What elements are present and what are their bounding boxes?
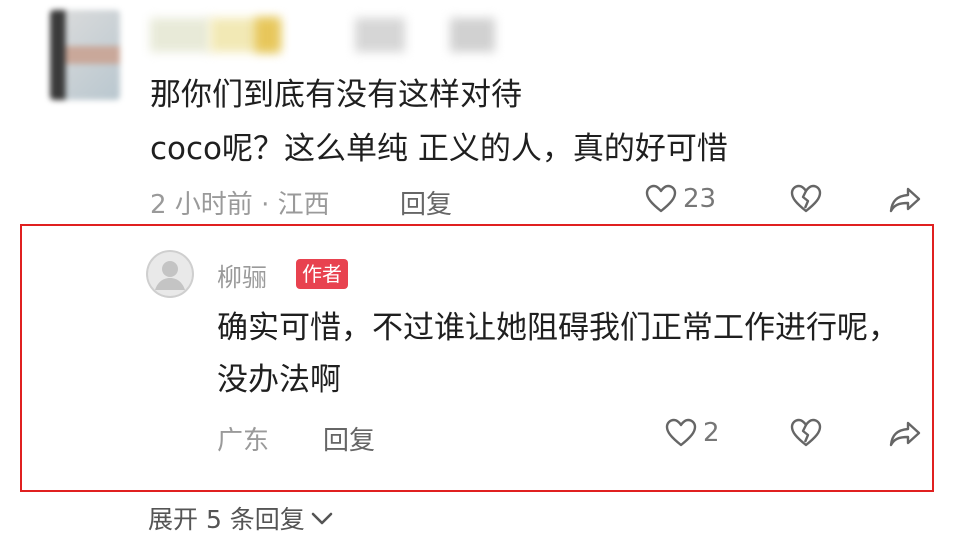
- reply-share-button[interactable]: [888, 420, 922, 448]
- comment-thread: 那你们到底有没有这样对待 coco呢？这么单纯 正义的人，真的好可惜 2 小时前…: [0, 0, 960, 540]
- share-arrow-icon: [889, 421, 921, 447]
- reply-like-count: 2: [703, 418, 720, 448]
- heart-icon: [645, 184, 677, 213]
- comment-meta-row: 2 小时前 · 江西 回复 23: [150, 180, 940, 220]
- comment-line-2: coco呢？这么单纯 正义的人，真的好可惜: [150, 131, 728, 167]
- heart-icon: [665, 418, 697, 447]
- reply-body: 确实可惜，不过谁让她阻碍我们正常工作进行呢，没办法啊: [217, 310, 899, 398]
- commenter-avatar[interactable]: [50, 10, 120, 100]
- broken-heart-icon: [790, 418, 822, 447]
- comment-like-count: 23: [683, 184, 717, 214]
- expand-replies-button[interactable]: 展开 5 条回复: [148, 500, 335, 536]
- reply-reply-button[interactable]: 回复: [323, 420, 375, 457]
- reply-dislike-button[interactable]: [790, 418, 822, 448]
- reply-location: 广东: [217, 426, 270, 456]
- comment-body: 那你们到底有没有这样对待 coco呢？这么单纯 正义的人，真的好可惜: [150, 68, 870, 176]
- expand-replies-label: 展开 5 条回复: [148, 505, 305, 534]
- reply-author-name[interactable]: 柳骊: [217, 258, 267, 294]
- author-badge: 作者: [296, 259, 348, 289]
- reply-meta-row: 广东 回复 2: [217, 414, 937, 457]
- broken-heart-icon: [790, 184, 822, 213]
- comment-line-1: 那你们到底有没有这样对待: [150, 77, 522, 113]
- comment-share-button[interactable]: [888, 186, 922, 214]
- chevron-down-icon: [311, 512, 333, 525]
- comment-time-location: 2 小时前 · 江西: [150, 190, 330, 220]
- comment-dislike-button[interactable]: [790, 184, 822, 214]
- comment-reply-button[interactable]: 回复: [400, 184, 452, 221]
- reply-avatar[interactable]: [146, 250, 194, 298]
- reply-like-button[interactable]: 2: [665, 418, 720, 448]
- comment-like-button[interactable]: 23: [645, 184, 716, 214]
- share-arrow-icon: [889, 187, 921, 213]
- default-avatar-icon: [146, 250, 194, 298]
